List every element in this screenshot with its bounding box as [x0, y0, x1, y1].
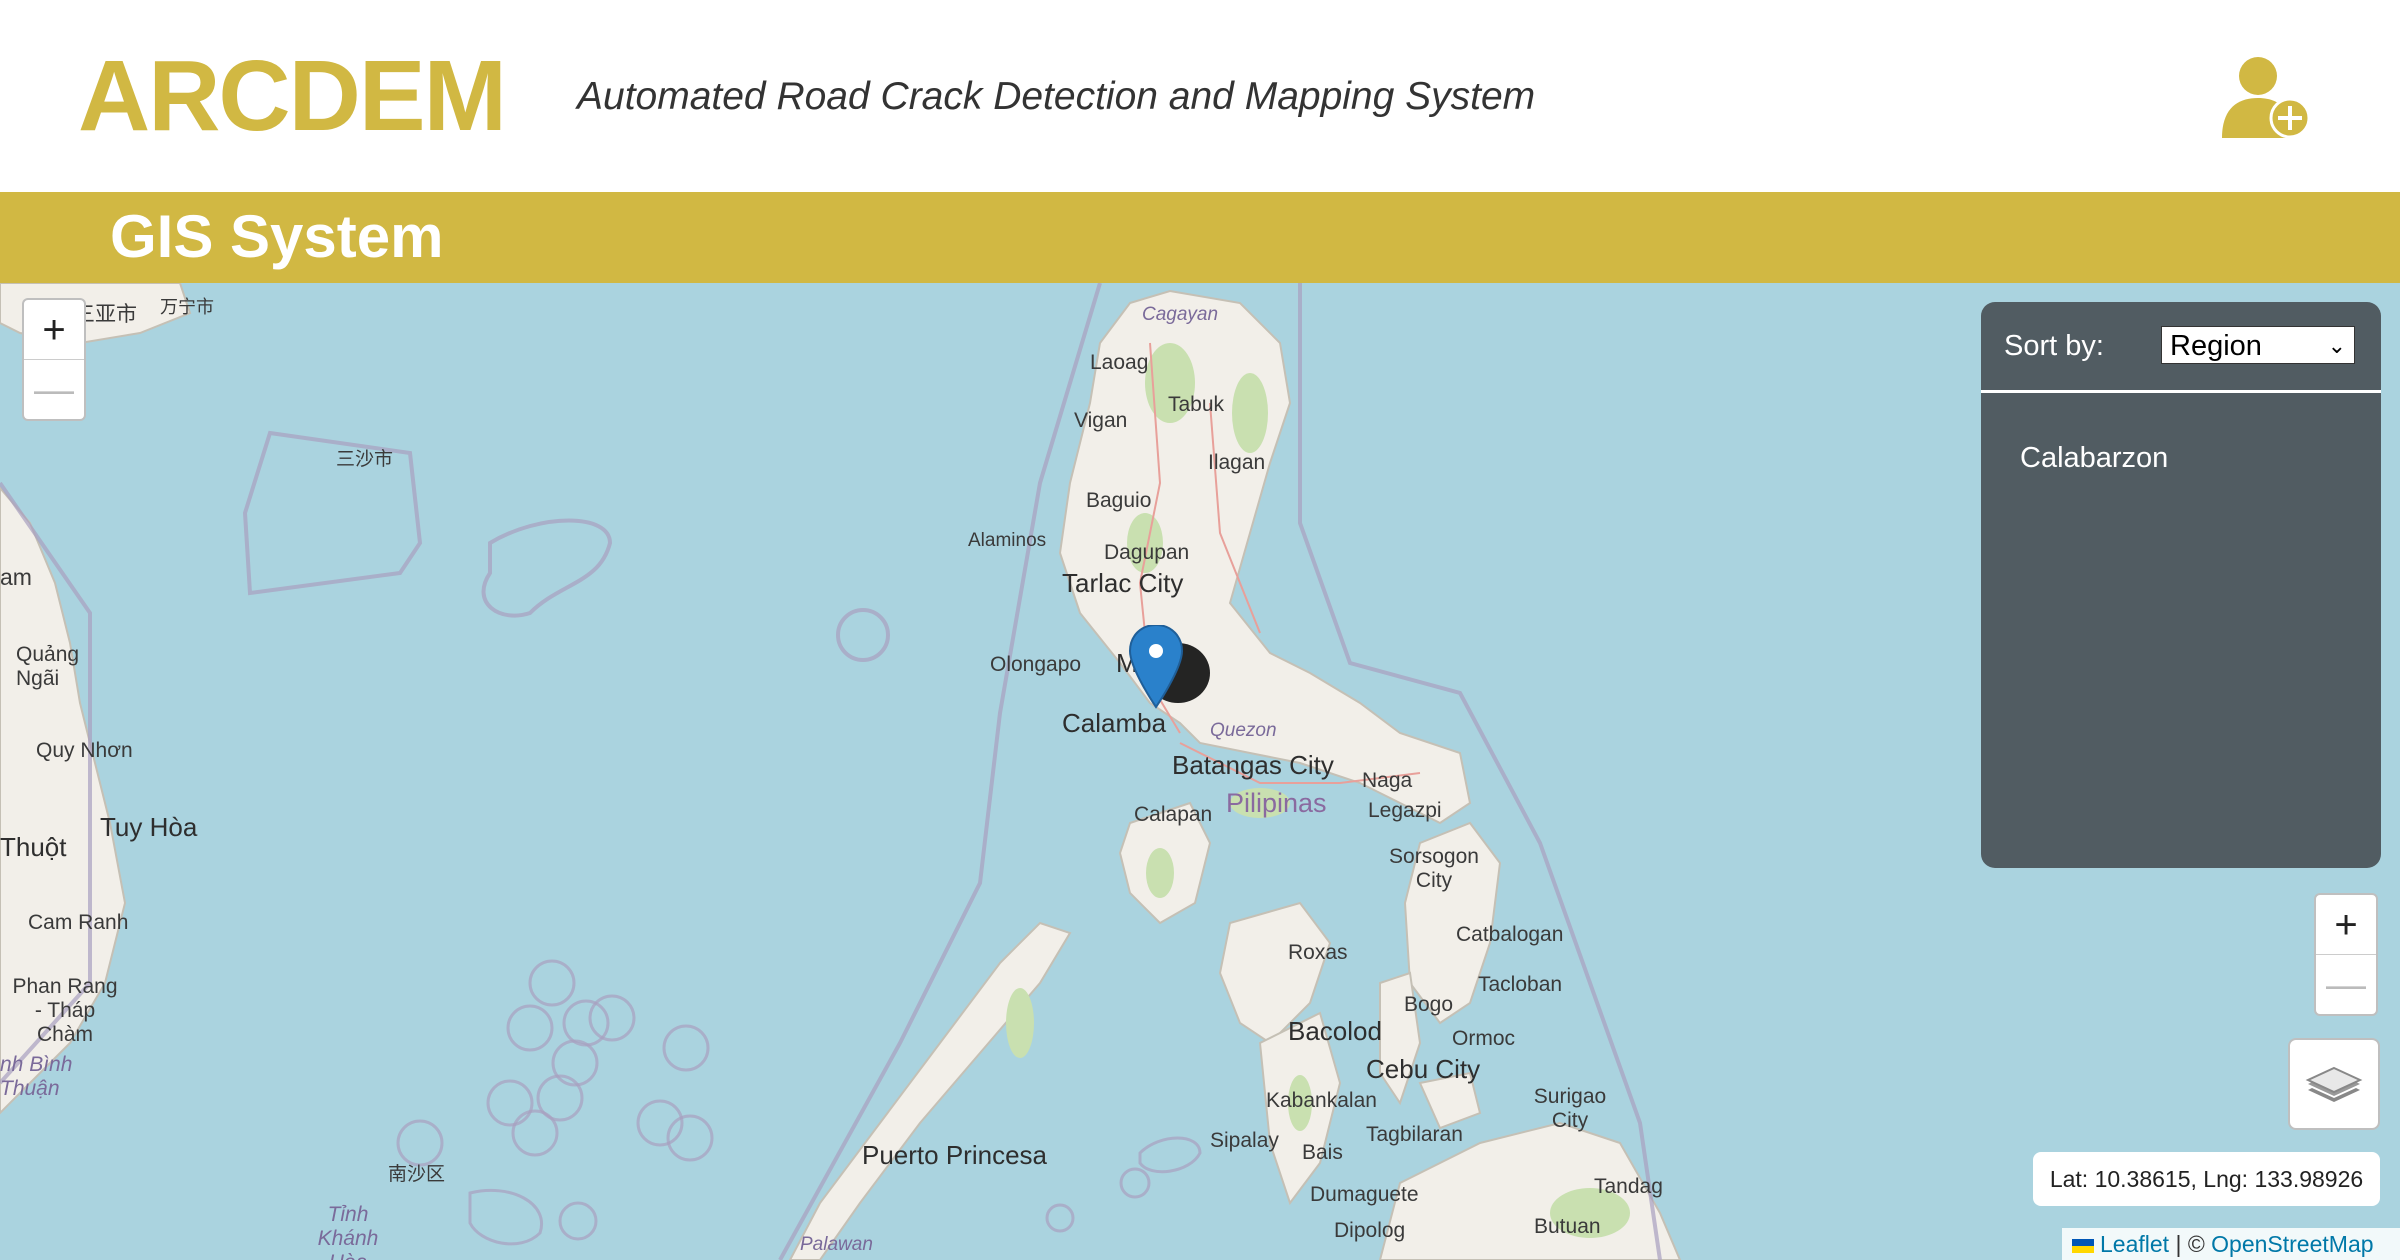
map-label: Dagupan: [1104, 541, 1190, 564]
map-label: Ormoc: [1452, 1027, 1515, 1050]
map-label: Vigan: [1074, 409, 1128, 432]
map-label: Quy Nhơn: [36, 739, 133, 762]
map-label: Cebu City: [1366, 1054, 1481, 1084]
location-marker[interactable]: [1128, 623, 1210, 709]
map-label: Palawan: [800, 1234, 873, 1255]
map-label: Pilipinas: [1226, 788, 1327, 818]
zoom-in-button[interactable]: +: [2316, 895, 2376, 954]
map-label: Batangas City: [1172, 750, 1334, 780]
map-label: Butuan: [1534, 1215, 1601, 1238]
map-label: Phan Rang - Tháp Chàm: [12, 975, 118, 1046]
map-label: Surigao City: [1533, 1085, 1607, 1132]
leaflet-link[interactable]: Leaflet: [2100, 1231, 2169, 1257]
map-label: Ilagan: [1208, 451, 1266, 474]
map-label: Sorsogon City: [1389, 845, 1479, 892]
app-logo[interactable]: ARCDEM: [78, 40, 507, 152]
sort-label: Sort by:: [2004, 330, 2104, 362]
map-label: Naga: [1362, 769, 1413, 792]
map-label: Catbalogan: [1456, 923, 1564, 946]
zoom-out-button[interactable]: —: [24, 359, 84, 419]
map-label: Thuột: [0, 832, 67, 862]
map-label: Tỉnh Khánh Hòa: [317, 1203, 379, 1260]
layers-button[interactable]: [2288, 1038, 2380, 1130]
map-label: Sipalay: [1210, 1129, 1279, 1152]
user-add-icon[interactable]: [2222, 52, 2314, 140]
title-band: GIS System: [0, 192, 2400, 283]
map-label: Kabankalan: [1266, 1089, 1377, 1112]
map-label: Bais: [1302, 1141, 1343, 1164]
map-label: Dipolog: [1334, 1219, 1406, 1242]
map-label: Tuy Hòa: [100, 812, 198, 842]
map-label: Laoag: [1090, 351, 1149, 374]
chevron-down-icon: ⌄: [2327, 333, 2346, 358]
map-label: Bacolod: [1288, 1016, 1382, 1046]
zoom-in-button[interactable]: +: [24, 300, 84, 359]
map-label: Calamba: [1062, 708, 1167, 738]
map-label: Tacloban: [1478, 973, 1563, 996]
sort-select[interactable]: Region ⌄: [2161, 326, 2355, 364]
map-label: am: [0, 564, 32, 590]
map-label: nh Bình Thuận: [0, 1053, 73, 1100]
map-label: Olongapo: [990, 653, 1082, 676]
map-label: Cam Ranh: [28, 911, 129, 934]
ukraine-flag-icon: [2072, 1238, 2094, 1253]
app-tagline: Automated Road Crack Detection and Mappi…: [577, 75, 1536, 118]
sort-select-value: Region: [2170, 330, 2262, 362]
map-label: Tandag: [1594, 1175, 1663, 1198]
map-label: 南沙区: [388, 1164, 446, 1185]
map-label: Quezon: [1210, 720, 1277, 741]
map-label: Tabuk: [1168, 393, 1225, 416]
map-attribution: Leaflet | © OpenStreetMap: [2062, 1228, 2400, 1260]
header: ARCDEM Automated Road Crack Detection an…: [0, 0, 2400, 192]
osm-link[interactable]: OpenStreetMap: [2211, 1231, 2373, 1257]
map-label: Puerto Princesa: [862, 1140, 1047, 1170]
map-label: Baguio: [1086, 489, 1152, 512]
page-title: GIS System: [110, 203, 444, 270]
coordinates-readout: Lat: 10.38615, Lng: 133.98926: [2033, 1152, 2380, 1206]
map-label: Quảng Ngãi: [16, 643, 80, 690]
region-list-item[interactable]: Calabarzon: [2020, 442, 2168, 475]
map-label: Dumaguete: [1310, 1183, 1419, 1206]
map-zoom-control: + —: [22, 298, 86, 421]
map-label: 三沙市: [336, 449, 394, 470]
map-label: Bogo: [1404, 993, 1454, 1016]
map-label: 万宁市: [160, 297, 214, 317]
attribution-separator: | ©: [2175, 1231, 2205, 1257]
zoom-out-button[interactable]: —: [2316, 954, 2376, 1014]
map-label: Alaminos: [968, 530, 1047, 551]
map-label: Tagbilaran: [1366, 1123, 1463, 1146]
map-label: Legazpi: [1368, 799, 1442, 822]
panel-header: Sort by: Region ⌄: [1981, 302, 2381, 393]
layers-icon: [2305, 1066, 2363, 1102]
map-zoom-control-secondary: + —: [2314, 893, 2378, 1016]
map-label: Cagayan: [1142, 304, 1219, 325]
map-label: Roxas: [1288, 941, 1348, 964]
region-panel: Sort by: Region ⌄ Calabarzon: [1981, 302, 2381, 868]
map-label: Calapan: [1134, 803, 1213, 826]
map-label: Tarlac City: [1062, 568, 1184, 598]
